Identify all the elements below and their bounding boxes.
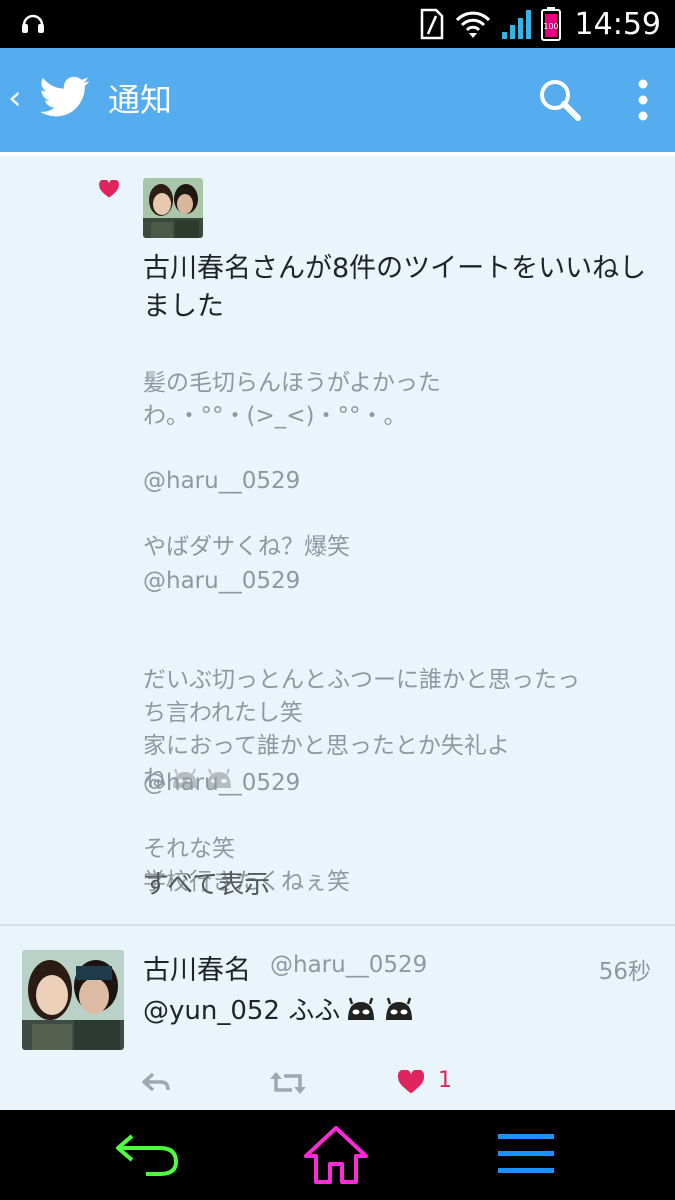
avatar[interactable] [22, 950, 124, 1050]
status-bar: 100 14:59 [0, 0, 675, 48]
show-all-link[interactable]: すべて表示 [143, 864, 270, 901]
liked-tweet-handle: @haru__0529 [143, 468, 301, 494]
avatar[interactable] [143, 178, 203, 238]
app-bar: ‹ 通知 [0, 48, 675, 152]
back-button[interactable]: ‹ [8, 78, 22, 118]
sim-icon [420, 8, 443, 40]
nav-home-icon[interactable] [302, 1124, 370, 1186]
svg-text:100: 100 [543, 22, 558, 31]
liked-tweet[interactable]: @haru__0529 それな笑 学校行きたくねぇ笑 [143, 734, 653, 932]
reply-icon[interactable] [141, 1070, 171, 1096]
app-bar-divider [0, 152, 675, 156]
more-vert-icon[interactable] [628, 76, 658, 124]
author-handle[interactable]: @haru__0529 [270, 952, 427, 978]
tweet-text: @yun_052 ふふ [143, 990, 416, 1027]
page-title: 通知 [108, 81, 173, 119]
headset-icon [22, 14, 44, 33]
search-icon[interactable] [538, 78, 582, 122]
liked-tweet-handle: @haru__0529 [143, 568, 301, 594]
nav-back-icon[interactable] [112, 1128, 182, 1178]
clock: 14:59 [574, 6, 661, 42]
timestamp: 56秒 [598, 959, 651, 985]
tweet-text-content: @yun_052 ふふ [143, 996, 341, 1026]
emoji-icon [348, 997, 413, 1020]
liked-tweet[interactable]: 髪の毛切らんほうがよかった わ。・°°・(>_<)・°°・。 [143, 334, 653, 433]
liked-tweet-text: 髪の毛切らんほうがよかった わ。・°°・(>_<)・°°・。 [143, 370, 441, 429]
author-name[interactable]: 古川春名 [143, 948, 251, 987]
heart-icon [99, 180, 119, 198]
battery-icon: 100 [540, 7, 561, 41]
like-count: 1 [438, 1068, 452, 1093]
notification-title: 古川春名さんが8件のツイートをいいねしました [143, 253, 647, 322]
tweet-actions: 1 [0, 1066, 675, 1106]
heart-icon[interactable] [398, 1070, 424, 1094]
divider [0, 924, 675, 926]
navigation-bar [0, 1110, 675, 1200]
signal-icon [501, 10, 531, 39]
wifi-icon [455, 11, 490, 38]
retweet-icon[interactable] [270, 1070, 306, 1096]
nav-menu-icon[interactable] [496, 1132, 556, 1176]
liked-tweet-handle: @haru__0529 [143, 770, 301, 796]
twitter-bird-icon[interactable] [40, 76, 90, 118]
